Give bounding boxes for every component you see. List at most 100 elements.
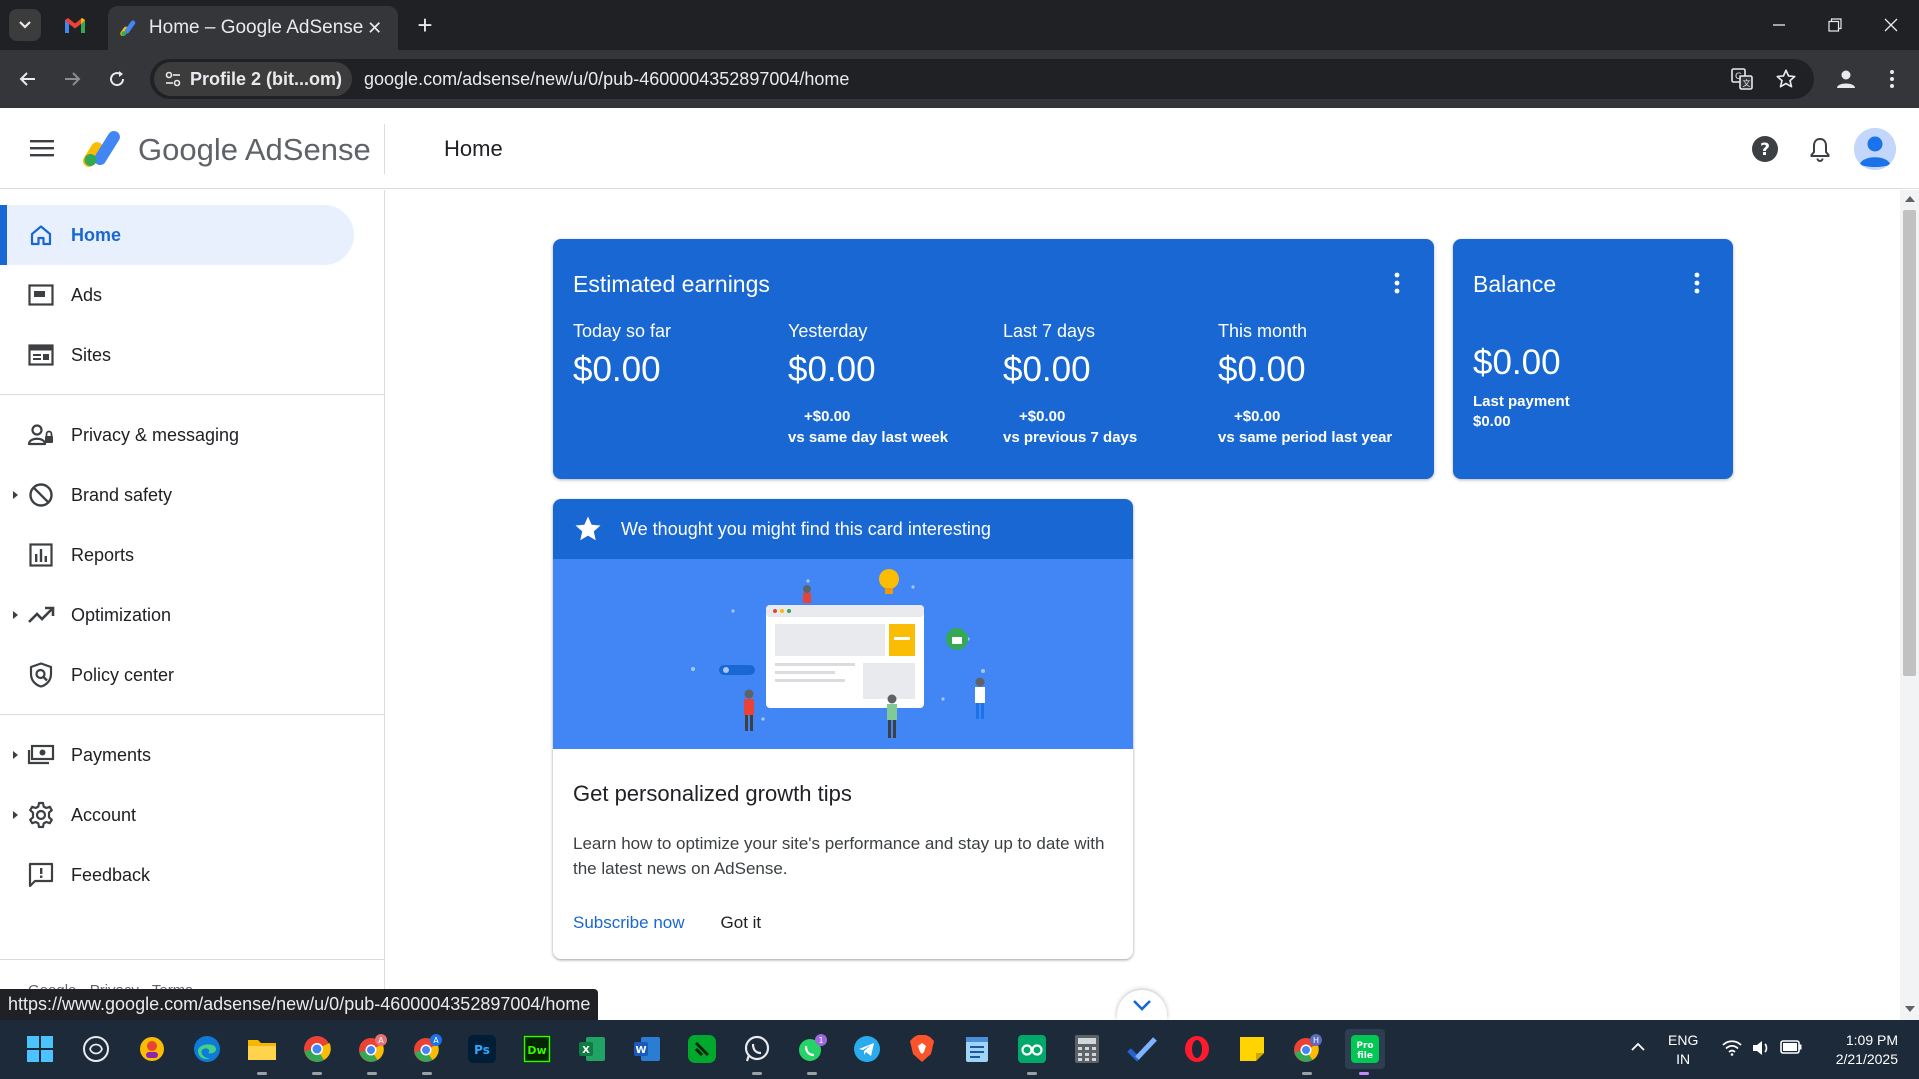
metric-yesterday[interactable]: Yesterday $0.00 +$0.00 vs same day last …: [788, 321, 993, 446]
taskbar-dreamweaver[interactable]: Dw: [520, 1032, 554, 1066]
profile-chip[interactable]: Profile 2 (bit...om): [154, 62, 353, 96]
sidebar-item-privacy-messaging[interactable]: Privacy & messaging: [0, 405, 354, 465]
taskbar-copilot[interactable]: [79, 1032, 113, 1066]
page-scrollbar[interactable]: [1900, 190, 1919, 1020]
taskbar-canva[interactable]: [135, 1032, 169, 1066]
help-icon: ?: [1752, 136, 1778, 162]
taskbar-chrome-profile-h[interactable]: H: [1290, 1032, 1324, 1075]
sidebar-item-optimization[interactable]: Optimization: [0, 585, 354, 645]
sidebar-item-label: Privacy & messaging: [71, 424, 240, 445]
metric-last-7-days[interactable]: Last 7 days $0.00 +$0.00 vs previous 7 d…: [1003, 321, 1208, 446]
opera-icon: [1185, 1036, 1209, 1062]
more-vert-icon: [1394, 272, 1400, 294]
new-tab-button[interactable]: +: [410, 10, 440, 40]
scroll-down-arrow[interactable]: [1905, 1006, 1915, 1012]
scrollbar-thumb[interactable]: [1903, 210, 1916, 676]
taskbar-chrome[interactable]: [300, 1032, 334, 1075]
binoculars-icon: [1018, 1035, 1046, 1063]
got-it-button[interactable]: Got it: [707, 903, 776, 943]
whatsapp-icon: [744, 1035, 770, 1062]
gmail-tab[interactable]: [60, 12, 90, 38]
svg-text:Dw: Dw: [527, 1044, 546, 1057]
copilot-icon: [83, 1036, 109, 1062]
taskbar-binoculars-app[interactable]: [1015, 1032, 1049, 1075]
subscribe-now-button[interactable]: Subscribe now: [559, 903, 699, 943]
minimize-button[interactable]: [1751, 0, 1807, 50]
reload-button[interactable]: [101, 63, 133, 95]
taskbar-word[interactable]: W: [630, 1032, 664, 1066]
restore-icon: [1828, 18, 1842, 32]
clock[interactable]: 1:09 PM 2/21/2025: [1822, 1031, 1898, 1069]
sidebar-item-label: Brand safety: [71, 484, 173, 505]
metric-this-month[interactable]: This month $0.00 +$0.00 vs same period l…: [1218, 321, 1423, 446]
taskbar-telegram[interactable]: [850, 1032, 884, 1066]
taskbar-profile-app[interactable]: Pro file: [1345, 1029, 1385, 1075]
policy-icon: [26, 660, 56, 690]
sidebar-item-reports[interactable]: Reports: [0, 525, 354, 585]
earnings-menu-button[interactable]: [1385, 269, 1409, 297]
taskbar-excel[interactable]: X: [575, 1032, 609, 1066]
sidebar-item-sites[interactable]: Sites: [0, 325, 354, 385]
gear-icon: [26, 800, 56, 830]
taskbar-chrome-profile-a[interactable]: A: [355, 1032, 389, 1075]
sidebar-item-account[interactable]: Account: [0, 785, 354, 845]
sidebar-item-payments[interactable]: Payments: [0, 725, 354, 785]
sidebar-item-feedback[interactable]: Feedback: [0, 845, 354, 905]
scroll-up-arrow[interactable]: [1905, 196, 1915, 202]
profile-button[interactable]: [1830, 63, 1862, 95]
taskbar-sticky-notes[interactable]: [1235, 1032, 1269, 1066]
close-tab-icon[interactable]: ✕: [363, 16, 386, 40]
translate-button[interactable]: G文: [1728, 65, 1756, 93]
close-window-button[interactable]: [1863, 0, 1919, 50]
taskbar-evernote[interactable]: [685, 1032, 719, 1066]
last-payment-label: Last payment: [1473, 393, 1570, 410]
taskbar-whatsapp[interactable]: [740, 1032, 774, 1075]
url-text[interactable]: google.com/adsense/new/u/0/pub-460000435…: [364, 69, 849, 90]
feedback-icon: [26, 860, 56, 890]
metric-today[interactable]: Today so far $0.00: [573, 321, 778, 390]
star-icon: [575, 516, 601, 541]
taskbar-todo[interactable]: [1125, 1032, 1159, 1066]
arrow-forward-icon: [65, 72, 81, 86]
restore-button[interactable]: [1807, 0, 1863, 50]
balance-menu-button[interactable]: [1685, 269, 1709, 297]
adsense-logo-icon[interactable]: [82, 128, 124, 168]
taskbar-photoshop[interactable]: Ps: [465, 1032, 499, 1066]
taskbar-opera[interactable]: [1180, 1032, 1214, 1066]
main-menu-button[interactable]: [28, 136, 56, 160]
svg-text:H: H: [1313, 1036, 1319, 1045]
translate-icon: G文: [1731, 68, 1753, 90]
system-status-icons[interactable]: [1722, 1040, 1802, 1056]
forward-button[interactable]: [56, 63, 88, 95]
sidebar-item-home[interactable]: Home: [0, 205, 354, 265]
active-tab[interactable]: Home – Google AdSense ✕: [108, 6, 398, 50]
taskbar-brave[interactable]: [905, 1032, 939, 1066]
notifications-button[interactable]: [1803, 132, 1837, 166]
privacy-icon: [26, 420, 56, 450]
tab-search-button[interactable]: [9, 9, 41, 41]
language-indicator[interactable]: ENG IN: [1668, 1031, 1698, 1069]
taskbar-chrome-profile-a2[interactable]: A: [410, 1032, 444, 1075]
bookmark-button[interactable]: [1772, 65, 1800, 93]
window-controls: [1751, 0, 1919, 50]
back-button[interactable]: [12, 63, 44, 95]
taskbar-whatsapp-business[interactable]: 1: [795, 1032, 829, 1075]
taskbar-calculator[interactable]: [1070, 1032, 1104, 1066]
tray-overflow-button[interactable]: [1630, 1038, 1646, 1057]
sidebar-item-brand-safety[interactable]: Brand safety: [0, 465, 354, 525]
start-button[interactable]: [23, 1032, 57, 1066]
sidebar-item-ads[interactable]: Ads: [0, 265, 354, 325]
taskbar-file-explorer[interactable]: [245, 1032, 279, 1075]
scroll-down-button[interactable]: [1117, 990, 1167, 1020]
help-button[interactable]: ?: [1748, 132, 1782, 166]
taskbar-notepad[interactable]: [960, 1032, 994, 1066]
taskbar-edge[interactable]: [190, 1032, 224, 1066]
sidebar-item-policy-center[interactable]: Policy center: [0, 645, 354, 705]
account-avatar[interactable]: [1854, 128, 1896, 170]
svg-text:A: A: [433, 1036, 439, 1045]
chrome-profile-icon: A: [414, 1034, 442, 1062]
metric-label: Yesterday: [788, 321, 868, 341]
browser-menu-button[interactable]: [1876, 63, 1908, 95]
running-indicator: [1302, 1072, 1312, 1075]
address-bar[interactable]: Profile 2 (bit...om) google.com/adsense/…: [150, 59, 1814, 99]
